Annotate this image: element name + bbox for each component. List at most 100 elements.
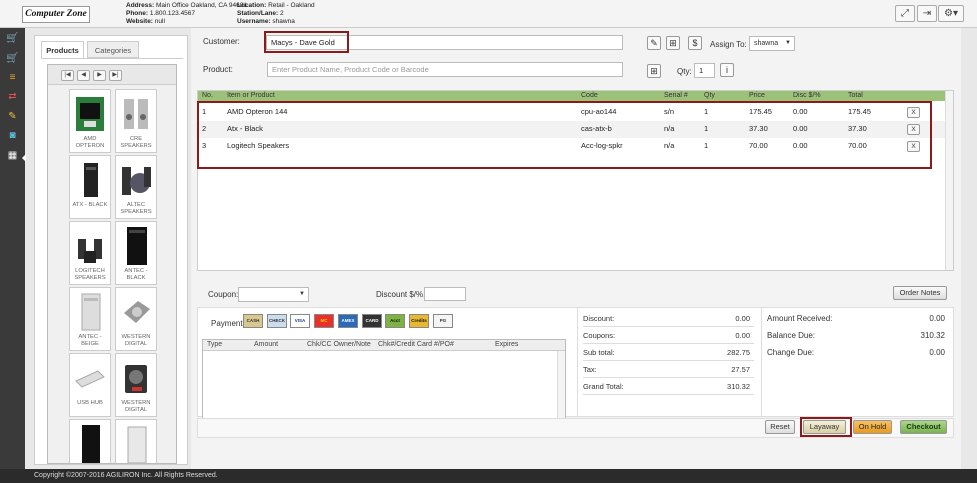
product-tile[interactable]: ALTEC SPEAKERS bbox=[115, 155, 157, 219]
prev-page-button[interactable]: ◀ bbox=[77, 70, 90, 81]
subtotal-summary-row: Sub total: 282.75 bbox=[583, 344, 754, 361]
customer-label: Customer: bbox=[203, 37, 240, 46]
settings-gear-icon[interactable]: ⚙▾ bbox=[938, 5, 964, 22]
qty-input[interactable]: 1 bbox=[694, 63, 715, 78]
tab-categories[interactable]: Categories bbox=[87, 41, 139, 58]
divider bbox=[577, 308, 578, 416]
tax-summary-row: Tax: 27.57 bbox=[583, 361, 754, 378]
transfer-icon[interactable]: ⇄ bbox=[6, 91, 19, 103]
product-tile[interactable]: USB HUB bbox=[69, 353, 111, 417]
chevron-down-icon: ▼ bbox=[299, 291, 305, 297]
coupons-summary-row: Coupons: 0.00 bbox=[583, 327, 754, 344]
footer: Copyright ©2007-2016 AGILIRON Inc. All R… bbox=[0, 469, 977, 483]
western-digital-image bbox=[124, 301, 150, 323]
qty-label: Qty: bbox=[677, 67, 692, 76]
product-tile[interactable]: WESTERN DIGITAL bbox=[115, 287, 157, 351]
customer-highlight bbox=[264, 31, 349, 53]
divider bbox=[761, 308, 762, 416]
payment-label: Payment bbox=[211, 319, 243, 328]
balance-due-row: Balance Due: 310.32 bbox=[767, 331, 945, 340]
order-notes-button[interactable]: Order Notes bbox=[893, 286, 947, 300]
western-digital-2-image bbox=[125, 365, 147, 393]
logo: Computer Zone bbox=[22, 6, 90, 23]
last-page-button[interactable]: ▶| bbox=[109, 70, 122, 81]
visa-icon[interactable]: VISA bbox=[290, 314, 310, 328]
product-tile[interactable] bbox=[69, 419, 111, 463]
items-scrollbar[interactable] bbox=[945, 91, 953, 270]
reset-button[interactable]: Reset bbox=[765, 420, 795, 434]
cre-speakers-image bbox=[124, 99, 148, 129]
dollar-icon[interactable]: $ bbox=[688, 36, 702, 50]
layaway-highlight bbox=[800, 417, 852, 437]
payments-table-header: Type Amount Chk/CC Owner/Note Chk#/Credi… bbox=[203, 340, 565, 351]
change-due-row: Change Due: 0.00 bbox=[767, 348, 945, 357]
discount-label: Discount $/%: bbox=[376, 290, 426, 299]
cart-list-icon[interactable]: ≡ bbox=[6, 72, 19, 84]
grid-icon[interactable]: ▦ bbox=[6, 150, 19, 162]
website-text: null bbox=[154, 18, 165, 25]
username-text: shawna bbox=[272, 18, 295, 25]
logout-icon[interactable]: ⇥ bbox=[917, 5, 937, 22]
store-info: Address: Main Office Oakland, CA 94601 P… bbox=[126, 2, 247, 25]
amd-opteron-image bbox=[76, 97, 104, 131]
atx-black-image bbox=[84, 163, 98, 197]
phone-text: 1.800.123.4567 bbox=[149, 10, 196, 17]
product-search-input[interactable]: Enter Product Name, Product Code or Barc… bbox=[267, 62, 623, 77]
edit-customer-icon[interactable]: ✎ bbox=[647, 36, 661, 50]
cash-payment-icon[interactable]: CASH bbox=[243, 314, 263, 328]
logitech-speakers-image bbox=[78, 239, 102, 263]
grandtotal-summary-row: Grand Total: 310.32 bbox=[583, 378, 754, 395]
product-grid: |◀ ◀ ▶ ▶| AMD OPTERON CRE SPEAKERS ATX -… bbox=[47, 64, 177, 464]
account-payment-icon[interactable]: Acct bbox=[385, 314, 405, 328]
add-customer-icon[interactable]: ⊞ bbox=[666, 36, 680, 50]
active-indicator bbox=[22, 154, 26, 162]
checkout-button[interactable]: Checkout bbox=[900, 420, 947, 434]
add-product-icon[interactable]: ⊞ bbox=[647, 64, 661, 78]
product-tile[interactable]: ANTEC - BEIGE bbox=[69, 287, 111, 351]
product-tile[interactable] bbox=[115, 419, 157, 463]
expand-icon[interactable]: ⤢ bbox=[895, 5, 915, 22]
product-tile[interactable]: AMD OPTERON bbox=[69, 89, 111, 153]
altec-speakers-image bbox=[122, 167, 151, 195]
left-nav: 🛒 🛒 ≡ ⇄ ✎ ◙ ▦ bbox=[0, 28, 26, 469]
location-text: Retail - Oakland bbox=[268, 2, 315, 9]
product-tile[interactable]: ANTEC - BLACK bbox=[115, 221, 157, 285]
cash-icon[interactable]: ◙ bbox=[6, 130, 19, 142]
pg-payment-icon[interactable]: PG bbox=[433, 314, 453, 328]
edit-icon[interactable]: ✎ bbox=[6, 111, 19, 123]
card-payment-icon[interactable]: CARD bbox=[362, 314, 382, 328]
products-panel: Products Categories |◀ ◀ ▶ ▶| AMD OPTERO… bbox=[34, 35, 188, 465]
items-highlight bbox=[197, 101, 932, 169]
coupon-label: Coupon: bbox=[208, 290, 239, 299]
product-tile[interactable]: CRE SPEAKERS bbox=[115, 89, 157, 153]
discount-input[interactable] bbox=[424, 287, 466, 301]
credits-payment-icon[interactable]: Credits bbox=[409, 314, 429, 328]
info-icon[interactable]: i bbox=[720, 63, 734, 77]
assign-to-select[interactable]: shawna ▼ bbox=[749, 36, 795, 51]
product-tile[interactable]: WESTERN DIGITAL bbox=[115, 353, 157, 417]
black-tower-image bbox=[82, 425, 100, 463]
beige-tower-image bbox=[127, 426, 147, 463]
station-info: Location: Retail - Oakland Station/Lane:… bbox=[237, 2, 315, 25]
tab-products[interactable]: Products bbox=[41, 41, 84, 58]
discount-summary-row: Discount: 0.00 bbox=[583, 310, 754, 327]
product-tile[interactable]: LOGITECH SPEAKERS bbox=[69, 221, 111, 285]
items-table-header: No. Item or Product Code Serial # Qty Pr… bbox=[198, 91, 945, 101]
assign-to-label: Assign To: bbox=[710, 40, 747, 49]
first-page-button[interactable]: |◀ bbox=[61, 70, 74, 81]
usb-hub-image bbox=[75, 370, 105, 388]
cart-orange-icon[interactable]: 🛒 bbox=[6, 53, 19, 65]
product-tile[interactable]: ATX - BLACK bbox=[69, 155, 111, 219]
amex-icon[interactable]: AMEX bbox=[338, 314, 358, 328]
amount-received-row: Amount Received: 0.00 bbox=[767, 314, 945, 323]
next-page-button[interactable]: ▶ bbox=[93, 70, 106, 81]
cart-icon[interactable]: 🛒 bbox=[6, 33, 19, 45]
on-hold-button[interactable]: On Hold bbox=[853, 420, 892, 434]
main-panel: Customer: Macys - Dave Gold ✎ ⊞ $ Assign… bbox=[191, 28, 961, 469]
product-label: Product: bbox=[203, 65, 233, 74]
coupon-select[interactable]: ▼ bbox=[238, 287, 309, 302]
check-payment-icon[interactable]: CHECK bbox=[267, 314, 287, 328]
antec-black-image bbox=[127, 227, 147, 265]
tab-divider bbox=[41, 58, 183, 59]
mastercard-icon[interactable]: MC bbox=[314, 314, 334, 328]
